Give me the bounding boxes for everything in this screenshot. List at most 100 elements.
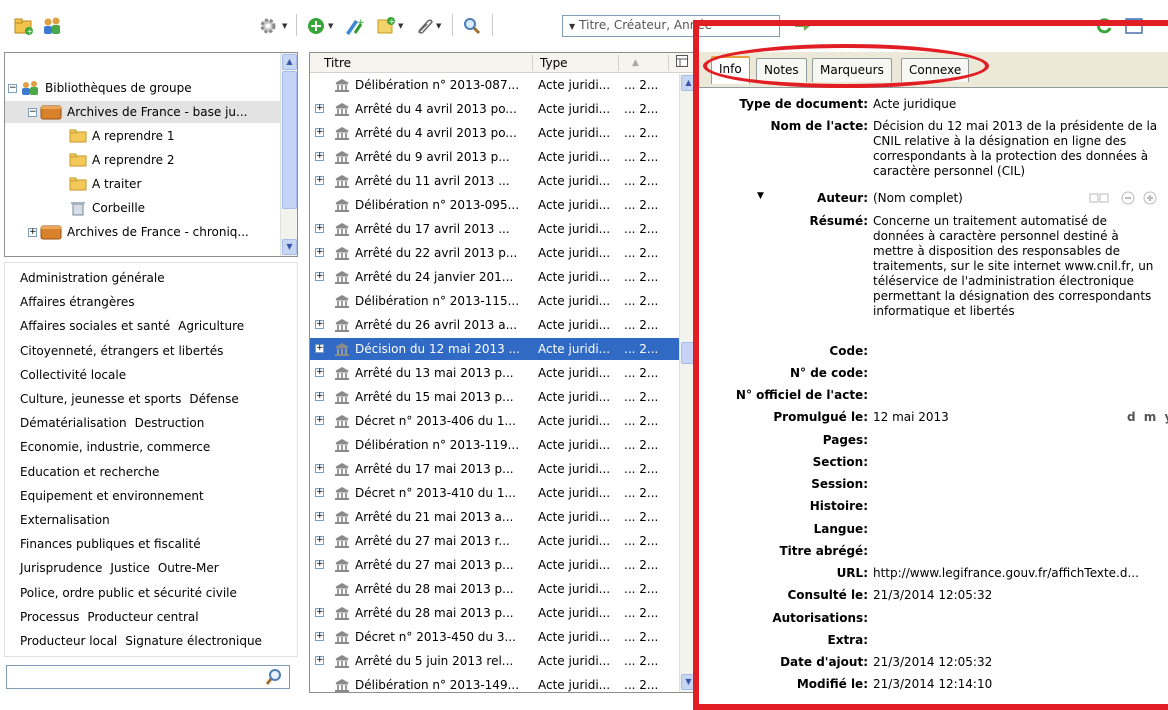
collapse-toggle[interactable]: − — [8, 83, 17, 93]
search-input[interactable]: ▼ Titre, Créateur, Année — [562, 15, 780, 37]
tag-item[interactable]: Destruction — [135, 416, 205, 430]
chevron-down-icon[interactable]: ▼ — [436, 22, 441, 30]
tag-item[interactable]: Culture, jeunesse et sports — [20, 392, 181, 406]
search-mode-chevron-icon[interactable]: ▼ — [569, 22, 575, 31]
item-row[interactable]: + Décision du 12 mai 2013 ... Acte juridi.… — [310, 338, 680, 360]
tag-item[interactable]: Citoyenneté, étrangers et libertés — [20, 344, 223, 358]
items-scrollbar[interactable]: ▲ ▼ — [679, 74, 696, 692]
remove-creator-icon[interactable] — [1121, 191, 1135, 208]
expand-toggle[interactable]: + — [315, 128, 324, 137]
tag-item[interactable]: Affaires étrangères — [20, 295, 135, 309]
item-row[interactable]: + Arrêté du 26 avril 2013 a... Acte juridi… — [310, 314, 680, 336]
add-by-identifier-icon[interactable]: + — [342, 15, 366, 37]
field-value-nom[interactable]: Décision du 12 mai 2013 de la présidente… — [873, 119, 1168, 179]
expand-toggle[interactable]: + — [315, 320, 324, 329]
field-value-resume[interactable]: Concerne un traitement automatisé de don… — [873, 214, 1168, 319]
advanced-search-icon[interactable] — [460, 15, 484, 37]
field-label-url[interactable]: URL: — [837, 566, 868, 580]
item-row[interactable]: + Arrêté du 4 avril 2013 po... Acte juridi… — [310, 98, 680, 120]
new-collection-icon[interactable]: + — [12, 15, 36, 37]
locate-arrow-icon[interactable] — [790, 15, 814, 37]
field-value-url[interactable]: http://www.legifrance.gouv.fr/affichText… — [873, 566, 1139, 580]
field-label-session[interactable]: Session: — [811, 477, 868, 491]
field-label-autorisations[interactable]: Autorisations: — [772, 611, 868, 625]
tag-item[interactable]: Outre-Mer — [158, 561, 219, 575]
expand-toggle[interactable]: + — [28, 227, 37, 237]
field-label-ncode[interactable]: N° de code: — [790, 366, 868, 380]
sort-asc-icon[interactable]: ▲ — [632, 58, 639, 68]
field-label-nofficiel[interactable]: N° officiel de l'acte: — [736, 388, 868, 402]
item-row[interactable]: + Arrêté du 15 mai 2013 p... Acte juridi..… — [310, 386, 680, 408]
field-label-section[interactable]: Section: — [813, 455, 868, 469]
scroll-down-icon[interactable]: ▼ — [282, 239, 297, 255]
expand-toggle[interactable]: + — [315, 392, 324, 401]
scroll-up-icon[interactable]: ▲ — [282, 54, 297, 70]
chevron-down-icon[interactable]: ▼ — [282, 22, 287, 30]
item-row[interactable]: + Arrêté du 4 avril 2013 po... Acte juridi… — [310, 122, 680, 144]
expand-toggle[interactable]: + — [315, 248, 324, 257]
item-row[interactable]: + Arrêté du 13 mai 2013 p... Acte juridi..… — [310, 362, 680, 384]
tag-item[interactable]: Jurisprudence — [20, 561, 102, 575]
tag-item[interactable]: Police, ordre public et sécurité civile — [20, 586, 237, 600]
item-row[interactable]: + Décret n° 2013-450 du 3... Acte juridi..… — [310, 626, 680, 648]
field-label-consulte[interactable]: Consulté le: — [788, 588, 869, 602]
tag-item[interactable]: Signature électronique — [125, 634, 262, 648]
collection-archives-chronique[interactable]: + Archives de France - chroniq... — [28, 221, 249, 243]
item-row[interactable]: + Arrêté du 27 mai 2013 r... Acte juridi..… — [310, 530, 680, 552]
expand-toggle[interactable]: + — [315, 656, 324, 665]
scroll-up-icon[interactable]: ▲ — [681, 75, 696, 91]
scroll-down-icon[interactable]: ▼ — [681, 674, 696, 690]
field-label-titre-abrege[interactable]: Titre abrégé: — [779, 544, 868, 558]
item-row[interactable]: Arrêté du 28 mai 2013 p... Acte juridi...… — [310, 578, 680, 600]
expand-toggle[interactable]: + — [315, 152, 324, 161]
tag-item[interactable]: Défense — [189, 392, 238, 406]
expand-toggle[interactable]: + — [315, 488, 324, 497]
item-row[interactable]: + Arrêté du 27 mai 2013 p... Acte juridi..… — [310, 554, 680, 576]
item-row[interactable]: Délibération n° 2013-149... Acte juridi..… — [310, 674, 680, 692]
tab-notes[interactable]: Notes — [756, 58, 807, 82]
scroll-thumb[interactable] — [681, 342, 696, 364]
tag-item[interactable]: Administration générale — [20, 271, 165, 285]
tag-item[interactable]: Justice — [110, 561, 149, 575]
tag-filter-input[interactable] — [6, 665, 290, 689]
attachment-icon[interactable] — [412, 15, 436, 37]
column-header-type[interactable]: Type — [540, 56, 568, 70]
expand-toggle[interactable]: + — [315, 344, 324, 353]
item-row[interactable]: + Décret n° 2013-406 du 1... Acte juridi..… — [310, 410, 680, 432]
tag-item[interactable]: Collectivité locale — [20, 368, 126, 382]
item-row[interactable]: + Décret n° 2013-410 du 1... Acte juridi..… — [310, 482, 680, 504]
field-label-histoire[interactable]: Histoire: — [810, 499, 868, 513]
collection-a-reprendre-1[interactable]: A reprendre 1 — [69, 125, 174, 147]
field-value-promulgue[interactable]: 12 mai 2013 — [873, 410, 949, 424]
new-item-icon[interactable] — [304, 15, 328, 37]
expand-toggle[interactable]: + — [315, 632, 324, 641]
switch-name-mode-icon[interactable] — [1089, 192, 1111, 207]
tab-connexe[interactable]: Connexe — [901, 58, 970, 82]
field-value-auteur[interactable]: (Nom complet) — [873, 191, 963, 205]
collections-scrollbar[interactable]: ▲ ▼ — [280, 53, 297, 256]
tag-item[interactable]: Finances publiques et fiscalité — [20, 537, 201, 551]
fullscreen-icon[interactable] — [1122, 15, 1146, 37]
tag-item[interactable]: Producteur central — [87, 610, 198, 624]
scroll-thumb[interactable] — [282, 71, 297, 209]
expand-toggle[interactable]: + — [315, 224, 324, 233]
column-header-title[interactable]: Titre — [324, 56, 351, 70]
field-label-extra[interactable]: Extra: — [828, 633, 869, 647]
collection-a-traiter[interactable]: A traiter — [69, 173, 141, 195]
tab-marqueurs[interactable]: Marqueurs — [812, 58, 892, 82]
field-value-consulte[interactable]: 21/3/2014 12:05:32 — [873, 588, 992, 602]
expand-toggle[interactable]: + — [315, 464, 324, 473]
tag-item[interactable]: Externalisation — [20, 513, 110, 527]
collapse-toggle[interactable]: − — [28, 107, 37, 117]
item-row[interactable]: Délibération n° 2013-087... Acte juridi..… — [310, 74, 680, 96]
tag-item[interactable]: Affaires sociales et santé — [20, 319, 170, 333]
expand-toggle[interactable]: + — [315, 104, 324, 113]
item-row[interactable]: + Arrêté du 5 juin 2013 rel... Acte juridi… — [310, 650, 680, 672]
tab-info[interactable]: Info — [711, 56, 750, 84]
collection-group-libraries[interactable]: − Bibliothèques de groupe — [8, 77, 192, 99]
expand-toggle[interactable]: + — [315, 560, 324, 569]
field-value-type[interactable]: Acte juridique — [873, 97, 956, 111]
actions-gear-icon[interactable] — [256, 15, 280, 37]
expand-toggle[interactable]: + — [315, 536, 324, 545]
item-row[interactable]: + Arrêté du 17 mai 2013 p... Acte juridi..… — [310, 458, 680, 480]
